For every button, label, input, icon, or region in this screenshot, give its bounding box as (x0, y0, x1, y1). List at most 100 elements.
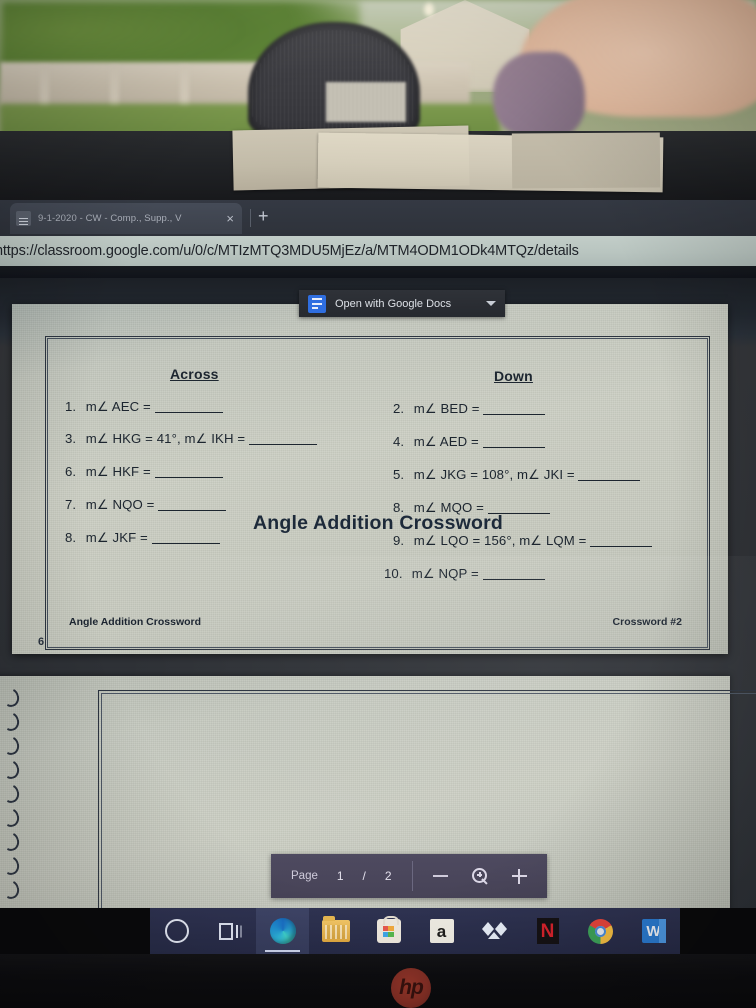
word-letter: W (646, 922, 661, 940)
clue-text: m∠ AED = (413, 434, 483, 449)
hp-logo: hp (391, 968, 431, 1008)
document-page-2-title: Angle Addition Crossword (253, 512, 503, 534)
column-heading-across: Across (170, 366, 219, 382)
clue-number: 5. (393, 467, 405, 482)
clue-down-9: 9. m∠ LQO = 156°, m∠ LQM = (393, 533, 653, 549)
page-indicator-group: Page 1 / 2 (271, 869, 412, 883)
clue-text: m∠ NQP = (411, 566, 483, 581)
laptop-bottom-bezel (0, 954, 756, 1008)
tab-divider (250, 209, 251, 227)
windows-taskbar: a N W (150, 908, 680, 954)
clue-number: 4. (393, 434, 405, 449)
taskbar-item-file-explorer[interactable] (309, 908, 362, 954)
zoom-in-icon[interactable] (511, 868, 527, 884)
clue-number: 10. (384, 566, 403, 581)
answer-blank (248, 432, 317, 445)
taskbar-item-microsoft-edge[interactable] (256, 908, 309, 954)
taskbar-item-task-view[interactable] (203, 908, 256, 954)
close-icon[interactable]: × (224, 211, 236, 226)
clue-across-6: 6. m∠ HKF = (65, 464, 223, 480)
clue-text: m∠ HKF = (85, 464, 155, 479)
taskbar-item-cortana[interactable] (150, 908, 203, 954)
microsoft-store-icon (376, 916, 401, 943)
page-border-inner (47, 338, 708, 648)
clue-text: m∠ NQO = (85, 497, 159, 512)
taskbar-item-microsoft-store[interactable] (362, 908, 415, 954)
page-label: Page (291, 870, 318, 882)
clue-text: m∠ LQO = 156°, m∠ LQM = (413, 533, 591, 548)
clue-number: 7. (65, 497, 77, 512)
clue-down-10: 10. m∠ NQP = (384, 566, 545, 582)
open-with-google-docs-banner[interactable]: Open with Google Docs (299, 290, 505, 317)
total-pages-value: 2 (384, 869, 392, 883)
chrome-shadow (0, 266, 756, 278)
address-bar[interactable]: https://classroom.google.com/u/0/c/MTIzM… (0, 236, 756, 266)
taskbar-item-google-chrome[interactable] (574, 908, 627, 954)
pdf-zoom-toolbar: Page 1 / 2 (271, 854, 547, 898)
clue-number: 6. (65, 464, 77, 479)
magnifier-icon[interactable] (471, 868, 488, 885)
clue-down-4: 4. m∠ AED = (393, 434, 545, 450)
clue-down-2: 2. m∠ BED = (393, 401, 546, 417)
taskbar-item-microsoft-word[interactable]: W (627, 908, 680, 954)
answer-blank (482, 435, 545, 448)
masking-tape-webcam-cover (511, 132, 661, 189)
google-docs-icon (308, 294, 326, 313)
clue-number: 1. (65, 399, 77, 414)
taskbar-item-dropbox[interactable] (468, 908, 521, 954)
clue-across-1: 1. m∠ AEC = (65, 399, 223, 415)
taskbar-item-netflix[interactable]: N (521, 908, 574, 954)
address-bar-url: https://classroom.google.com/u/0/c/MTIzM… (0, 243, 579, 259)
clue-across-7: 7. m∠ NQO = (65, 497, 227, 513)
amazon-icon: a (429, 919, 454, 943)
screenshot-root: 9-1-2020 - CW - Comp., Supp., V × + http… (0, 0, 756, 1008)
microsoft-edge-icon (269, 918, 296, 944)
microsoft-word-icon: W (641, 919, 666, 943)
google-chrome-icon (588, 918, 613, 944)
person-sleeve (493, 52, 585, 135)
porch-light (424, 3, 434, 16)
netflix-icon: N (536, 918, 559, 944)
answer-blank (483, 402, 546, 415)
clue-number: 9. (393, 533, 405, 548)
clue-text: m∠ AEC = (85, 399, 155, 414)
railing-post (110, 66, 119, 108)
answer-blank (154, 465, 223, 478)
clue-text: m∠ HKG = 41°, m∠ IKH = (85, 431, 249, 446)
clue-text: m∠ JKG = 108°, m∠ JKI = (413, 467, 579, 482)
answer-blank (590, 534, 653, 547)
browser-tab-strip: 9-1-2020 - CW - Comp., Supp., V × + (0, 200, 756, 236)
taskbar-item-amazon[interactable]: a (415, 908, 468, 954)
document-footer-left: Angle Addition Crossword (69, 616, 202, 628)
document-page-1: Across 1. m∠ AEC = 3. m∠ HKG = 41°, m∠ I… (12, 304, 728, 654)
browser-chrome: 9-1-2020 - CW - Comp., Supp., V × + http… (0, 200, 756, 278)
page-separator: / (362, 869, 366, 883)
clue-text: m∠ BED = (413, 401, 484, 416)
answer-blank (154, 400, 223, 413)
browser-tab[interactable]: 9-1-2020 - CW - Comp., Supp., V × (10, 203, 242, 234)
railing-post (40, 66, 49, 108)
clue-number: 3. (65, 431, 77, 446)
file-explorer-icon (321, 916, 350, 942)
task-view-icon (218, 922, 241, 940)
chevron-down-icon[interactable] (486, 301, 496, 306)
zoom-controls-group (413, 868, 547, 885)
outdoor-background-photo (0, 0, 756, 135)
answer-blank (158, 498, 227, 511)
current-page-value[interactable]: 1 (337, 869, 344, 883)
column-heading-down: Down (494, 368, 533, 384)
document-icon (16, 211, 31, 226)
new-tab-button[interactable]: + (258, 207, 269, 225)
page-marker-number: 6 (38, 636, 45, 648)
clue-down-5: 5. m∠ JKG = 108°, m∠ JKI = (393, 467, 641, 483)
zoom-out-icon[interactable] (432, 875, 448, 877)
railing-post (180, 66, 189, 108)
clue-across-3: 3. m∠ HKG = 41°, m∠ IKH = (65, 431, 317, 447)
dropbox-icon (481, 920, 508, 942)
open-with-label: Open with Google Docs (335, 297, 452, 310)
cortana-icon (164, 919, 189, 943)
document-footer-right: Crossword #2 (612, 616, 682, 628)
answer-blank (578, 468, 641, 481)
browser-tab-title: 9-1-2020 - CW - Comp., Supp., V (38, 213, 182, 224)
answer-blank (482, 567, 545, 580)
